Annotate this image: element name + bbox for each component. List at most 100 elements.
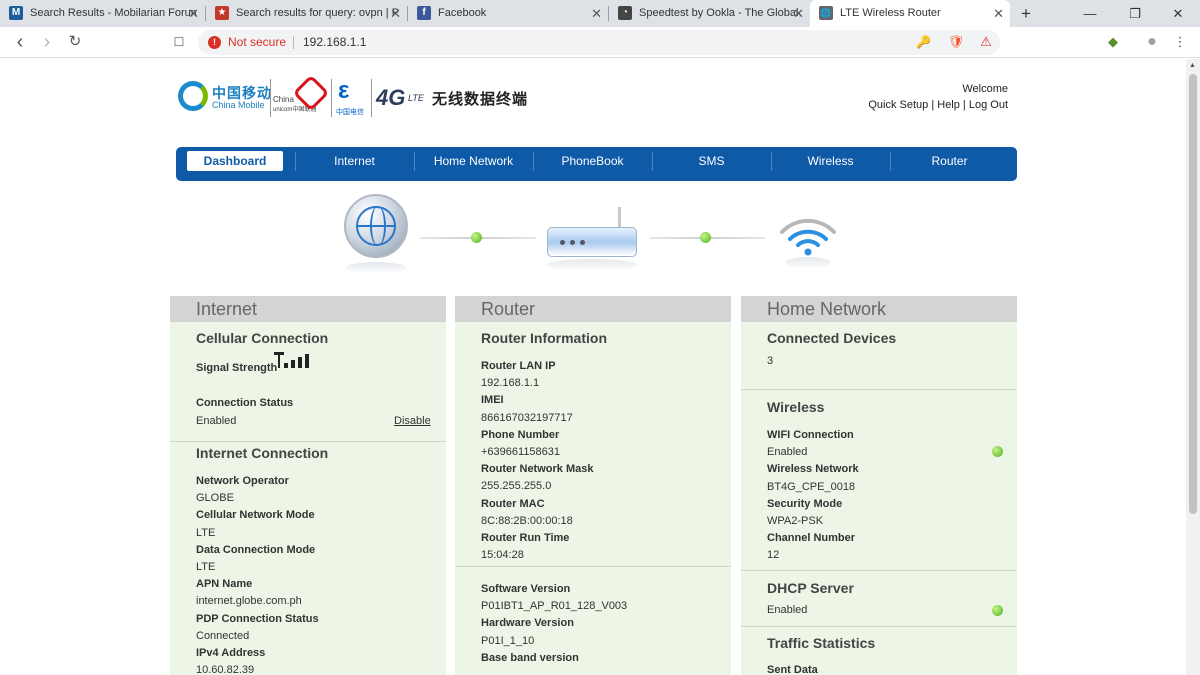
signal-bar — [284, 363, 288, 368]
router-reflection — [547, 259, 637, 271]
row-value: 866167032197717 — [481, 411, 573, 424]
router-led — [560, 240, 565, 245]
row-value: P01IBT1_AP_R01_128_V003 — [481, 600, 628, 613]
nav-sms[interactable]: SMS — [652, 147, 771, 181]
antenna-mast — [278, 352, 280, 368]
internet-connection-rows: Network Operator GLOBE Cellular Network … — [196, 473, 319, 675]
omnibox-separator — [293, 36, 294, 49]
help-link[interactable]: Help — [937, 99, 960, 111]
tab-ovpn-search[interactable]: ★ Search results for query: ovpn | P ✕ — [206, 0, 407, 27]
row-value: P01I_1_10 — [481, 634, 535, 647]
speedtest-favicon-icon: ◔ — [618, 6, 632, 20]
row-label: IPv4 Address — [196, 647, 266, 660]
signal-bar — [298, 357, 302, 368]
signal-bar — [305, 354, 309, 368]
minimize-button[interactable]: — — [1068, 0, 1112, 27]
close-tab-icon[interactable]: ✕ — [993, 0, 1004, 27]
quick-setup-link[interactable]: Quick Setup — [868, 99, 928, 111]
internet-panel: Internet Cellular Connection Signal Stre… — [170, 296, 446, 675]
router-information-rows: Router LAN IP 192.168.1.1 IMEI 866167032… — [481, 358, 593, 564]
section-title: Cellular Connection — [196, 330, 329, 346]
disable-connection-link[interactable]: Disable — [394, 415, 431, 427]
row-label: Router MAC — [481, 497, 545, 510]
maximize-button[interactable]: ❐ — [1113, 0, 1157, 27]
tab-facebook[interactable]: f Facebook ✕ — [408, 0, 608, 27]
facebook-favicon-icon: f — [417, 6, 431, 20]
china-mobile-logo-icon — [178, 81, 208, 111]
alert-icon[interactable]: ⚠ — [976, 32, 996, 52]
divider — [741, 389, 1017, 390]
logo-4g-text: 4G — [376, 85, 406, 110]
row-label: Data Connection Mode — [196, 543, 316, 556]
close-tab-icon[interactable]: ✕ — [793, 0, 804, 27]
nav-dashboard[interactable]: Dashboard — [187, 151, 283, 171]
china-unicom-line1: China — [273, 95, 294, 104]
logo-lte-text: LTE — [408, 93, 424, 103]
section-title: Router Information — [481, 330, 607, 346]
nav-router[interactable]: Router — [890, 147, 1009, 181]
close-tab-icon[interactable]: ✕ — [390, 0, 401, 27]
router-panel: Router Router Information Router LAN IP … — [455, 296, 731, 675]
logo-divider — [331, 79, 332, 117]
row-label: Router Network Mask — [481, 463, 594, 476]
new-tab-button[interactable]: + — [1015, 0, 1037, 27]
china-telecom-cn-text: 中国电信 — [336, 109, 364, 116]
mobilarian-favicon-icon: M — [9, 6, 23, 20]
security-indicator[interactable]: Not secure — [228, 30, 286, 55]
row-label: Wireless Network — [767, 463, 859, 476]
panel-title: Internet — [170, 296, 446, 322]
close-tab-icon[interactable]: ✕ — [188, 0, 199, 27]
nav-phonebook[interactable]: PhoneBook — [533, 147, 652, 181]
browser-toolbar: ‹ › ↻ ☐ ! Not secure 192.168.1.1 🔑 🛡 ⚠ ◆… — [0, 27, 1200, 58]
logout-link[interactable]: Log Out — [969, 99, 1008, 111]
internet-link-status-icon — [471, 232, 482, 243]
brave-shield-icon[interactable]: 🛡 — [946, 32, 966, 52]
nav-home-network[interactable]: Home Network — [414, 147, 533, 181]
nav-wireless[interactable]: Wireless — [771, 147, 890, 181]
close-tab-icon[interactable]: ✕ — [591, 0, 602, 27]
nav-internet[interactable]: Internet — [295, 147, 414, 181]
globe-reflection — [346, 262, 406, 274]
row-value: LTE — [196, 526, 216, 539]
row-value: BT4G_CPE_0018 — [767, 480, 856, 493]
key-icon[interactable]: 🔑 — [916, 30, 931, 55]
tab-speedtest[interactable]: ◔ Speedtest by Ookla - The Global ✕ — [609, 0, 810, 27]
row-value: WPA2-PSK — [767, 515, 824, 528]
router-led — [580, 240, 585, 245]
row-label: Phone Number — [481, 428, 560, 441]
reload-button[interactable]: ↻ — [63, 31, 87, 53]
wifi-link-status-icon — [700, 232, 711, 243]
row-value: 10.60.82.39 — [196, 664, 255, 675]
link-separator: | — [928, 99, 938, 111]
router-device-icon — [547, 227, 637, 257]
menu-icon[interactable]: ⋮ — [1170, 32, 1190, 52]
divider — [741, 570, 1017, 571]
router-admin-page: 中国移动 China Mobile China unicom中国联通 ε 中国电… — [0, 59, 1186, 675]
row-label: Channel Number — [767, 532, 856, 545]
close-window-button[interactable]: ✕ — [1156, 0, 1200, 27]
wifi-icon — [780, 218, 836, 256]
divider — [170, 441, 446, 442]
back-button[interactable]: ‹ — [8, 31, 32, 53]
dhcp-status-icon — [992, 605, 1003, 616]
address-bar[interactable]: ! Not secure 192.168.1.1 🔑 — [198, 30, 1000, 55]
profile-avatar-icon[interactable]: ● — [1142, 32, 1162, 52]
divider — [455, 566, 731, 567]
page-scrollbar[interactable]: ▲ — [1186, 59, 1200, 675]
logo-divider — [270, 79, 271, 117]
bookmark-icon[interactable]: ☐ — [167, 31, 191, 53]
router-led — [570, 240, 575, 245]
tab-title: Search results for query: ovpn | P — [236, 7, 399, 19]
scrollbar-thumb[interactable] — [1189, 74, 1197, 514]
url-text[interactable]: 192.168.1.1 — [303, 30, 366, 55]
header-links: Quick Setup | Help | Log Out — [868, 99, 1008, 111]
tab-mobilarian[interactable]: M Search Results - Mobilarian Forum ✕ — [0, 0, 205, 27]
tab-title: Facebook — [438, 7, 487, 19]
extension-icon[interactable]: ◆ — [1103, 32, 1123, 52]
link-separator: | — [959, 99, 969, 111]
forward-button[interactable]: › — [35, 31, 59, 53]
scroll-up-arrow-icon[interactable]: ▲ — [1189, 62, 1196, 69]
tab-lte-router[interactable]: 🌐 LTE Wireless Router ✕ — [810, 0, 1010, 27]
row-label: Hardware Version — [481, 617, 574, 630]
row-label: Software Version — [481, 583, 571, 595]
